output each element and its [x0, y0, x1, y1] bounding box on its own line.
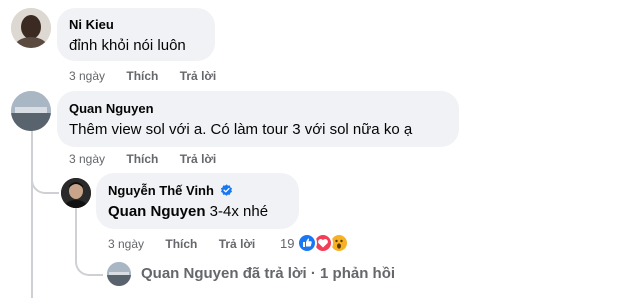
like-button[interactable]: Thích [165, 237, 197, 251]
reply-actions: 3 ngày Thích Trả lời [108, 237, 273, 251]
comment-time[interactable]: 3 ngày [69, 152, 105, 166]
reply-count: 1 phản hồi [320, 265, 396, 282]
reply-button[interactable]: Trả lời [219, 237, 256, 251]
reply-text: Quan Nguyen 3-4x nhé [108, 203, 268, 220]
reply-bubble: Nguyễn Thế Vinh Quan Nguyen 3-4x nhé [96, 173, 299, 229]
avatar-person-icon [61, 178, 91, 208]
comment-text: Thêm view sol với a. Có làm tour 3 với s… [69, 121, 413, 138]
separator: · [310, 265, 316, 282]
reply-button[interactable]: Trả lời [180, 152, 217, 166]
thread-line-main [31, 128, 33, 298]
avatar[interactable] [11, 91, 51, 131]
like-button[interactable]: Thích [126, 69, 158, 83]
avatar[interactable] [61, 178, 91, 208]
reaction-count: 19 [280, 236, 295, 251]
thread-connector-reply [31, 166, 59, 194]
reply-author: Nguyễn Thế Vinh [108, 183, 233, 198]
view-replies-link[interactable]: Quan Nguyen đã trả lời · 1 phản hồi [141, 265, 395, 282]
avatar-person-icon [11, 8, 51, 48]
avatar[interactable] [11, 8, 51, 48]
like-icon [297, 233, 317, 253]
comment-actions: 3 ngày Thích Trả lời [69, 152, 234, 166]
avatar-landscape-icon [107, 262, 131, 286]
comment-bubble: Quan Nguyen Thêm view sol với a. Có làm … [57, 91, 459, 147]
comment-author[interactable]: Ni Kieu [69, 17, 114, 32]
avatar-landscape-icon [11, 91, 51, 131]
replied-text: đã trả lời [242, 265, 307, 282]
like-button[interactable]: Thích [126, 152, 158, 166]
thread-connector-more [75, 246, 103, 276]
comment-bubble: Ni Kieu đỉnh khỏi nói luôn [57, 8, 215, 61]
comment-author[interactable]: Quan Nguyen [69, 101, 154, 116]
comment-time[interactable]: 3 ngày [69, 69, 105, 83]
verified-badge-icon [220, 184, 232, 196]
comment-actions: 3 ngày Thích Trả lời [69, 69, 234, 83]
reactions-summary[interactable]: 19 [280, 233, 360, 255]
mention-link[interactable]: Quan Nguyen [108, 203, 206, 220]
avatar[interactable] [107, 262, 131, 286]
reply-author-name[interactable]: Nguyễn Thế Vinh [108, 183, 214, 198]
comment-text: đỉnh khỏi nói luôn [69, 37, 186, 54]
reply-text-body: 3-4x nhé [205, 203, 269, 220]
replier-name: Quan Nguyen [141, 265, 239, 282]
reply-time[interactable]: 3 ngày [108, 237, 144, 251]
reply-button[interactable]: Trả lời [180, 69, 217, 83]
